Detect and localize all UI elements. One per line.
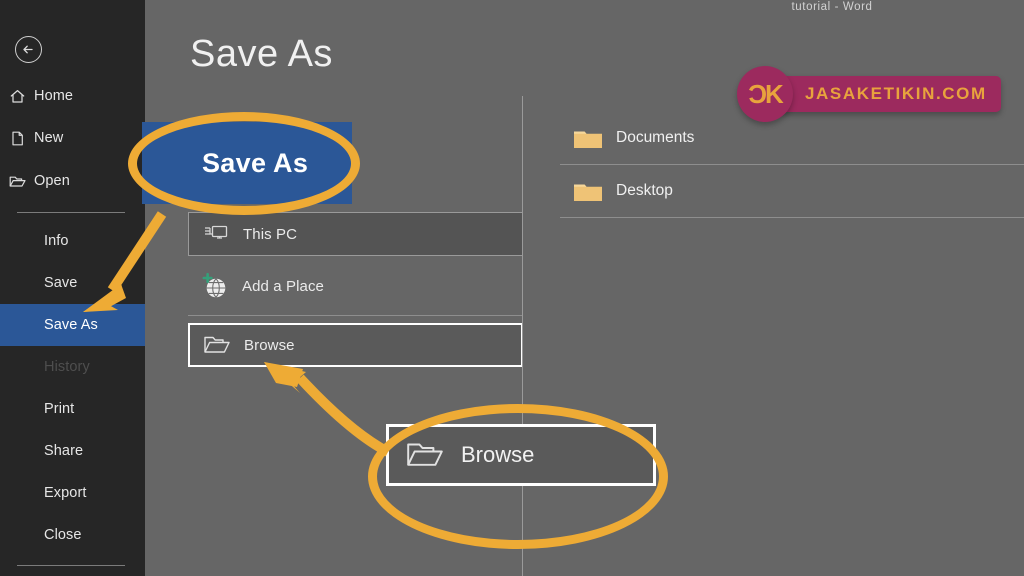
callout-save-as-magnified-item: Save As <box>142 122 352 204</box>
callout-save-as-label: Save As <box>202 147 309 178</box>
sidebar-item-label: New <box>34 130 64 146</box>
callout-browse-label: Browse <box>461 442 535 467</box>
callout-save-as: Save As <box>128 112 360 215</box>
places-column: This PC Add a Place Browse <box>188 212 523 367</box>
sidebar-item-history: History <box>0 346 145 388</box>
window-document-title: tutorial - Word <box>791 1 873 13</box>
home-icon <box>0 88 34 105</box>
sidebar-item-label: Print <box>44 401 75 417</box>
sidebar-item-label: Home <box>34 88 74 104</box>
sidebar-item-label: Save As <box>44 317 98 333</box>
folder-label: Documents <box>616 129 695 146</box>
recent-folders-column: Documents Desktop <box>560 112 1024 218</box>
folder-row-desktop[interactable]: Desktop <box>560 165 1024 218</box>
sidebar-item-save[interactable]: Save <box>0 262 145 304</box>
place-browse[interactable]: Browse <box>188 323 523 367</box>
sidebar-item-label: Export <box>44 485 87 501</box>
sidebar-item-label: Share <box>44 443 84 459</box>
sidebar-item-new[interactable]: New <box>0 121 145 155</box>
sidebar-item-open[interactable]: Open <box>0 164 145 198</box>
page-title: Save As <box>190 33 333 75</box>
folder-icon <box>560 125 616 151</box>
word-backstage-save-as-screen: tutorial - Word Home New Open Info Save … <box>0 0 1024 576</box>
folder-open-icon <box>190 333 244 357</box>
watermark-badge-icon: ƆK <box>737 66 793 122</box>
folder-open-icon <box>389 438 461 472</box>
watermark-text: JASAKETIKIN.COM <box>805 84 987 103</box>
sidebar-item-print[interactable]: Print <box>0 388 145 430</box>
open-folder-icon <box>0 173 34 190</box>
sidebar-item-label: Info <box>44 233 69 249</box>
sidebar-item-label: Save <box>44 275 78 291</box>
this-pc-icon <box>189 222 243 246</box>
new-document-icon <box>0 130 34 147</box>
sidebar-item-label: Close <box>44 527 82 543</box>
sidebar-item-home[interactable]: Home <box>0 79 145 113</box>
sidebar-item-share[interactable]: Share <box>0 430 145 472</box>
place-label: This PC <box>243 225 298 243</box>
watermark-bar: JASAKETIKIN.COM <box>779 76 1001 112</box>
callout-browse: Browse <box>368 404 668 549</box>
places-separator <box>188 315 523 316</box>
add-a-place-icon <box>188 272 242 300</box>
backstage-sidebar: Home New Open Info Save Save As History … <box>0 0 145 576</box>
place-label: Browse <box>244 336 295 354</box>
place-this-pc[interactable]: This PC <box>188 212 523 256</box>
callout-browse-magnified-item: Browse <box>386 424 656 486</box>
place-label: Add a Place <box>242 277 324 295</box>
sidebar-item-export[interactable]: Export <box>0 472 145 514</box>
sidebar-item-label: History <box>44 359 90 375</box>
place-add-a-place[interactable]: Add a Place <box>188 264 523 308</box>
folder-label: Desktop <box>616 182 673 199</box>
folder-icon <box>560 178 616 204</box>
sidebar-item-close[interactable]: Close <box>0 514 145 556</box>
watermark-logo: ƆK JASAKETIKIN.COM <box>737 66 1001 122</box>
back-button[interactable] <box>15 36 42 63</box>
watermark-monogram: ƆK <box>748 79 784 109</box>
sidebar-divider-top <box>17 212 125 213</box>
sidebar-item-label: Open <box>34 173 70 189</box>
sidebar-item-save-as[interactable]: Save As <box>0 304 145 346</box>
sidebar-divider-bottom <box>17 565 125 566</box>
sidebar-item-info[interactable]: Info <box>0 220 145 262</box>
arrow-left-circle-icon <box>23 45 33 54</box>
